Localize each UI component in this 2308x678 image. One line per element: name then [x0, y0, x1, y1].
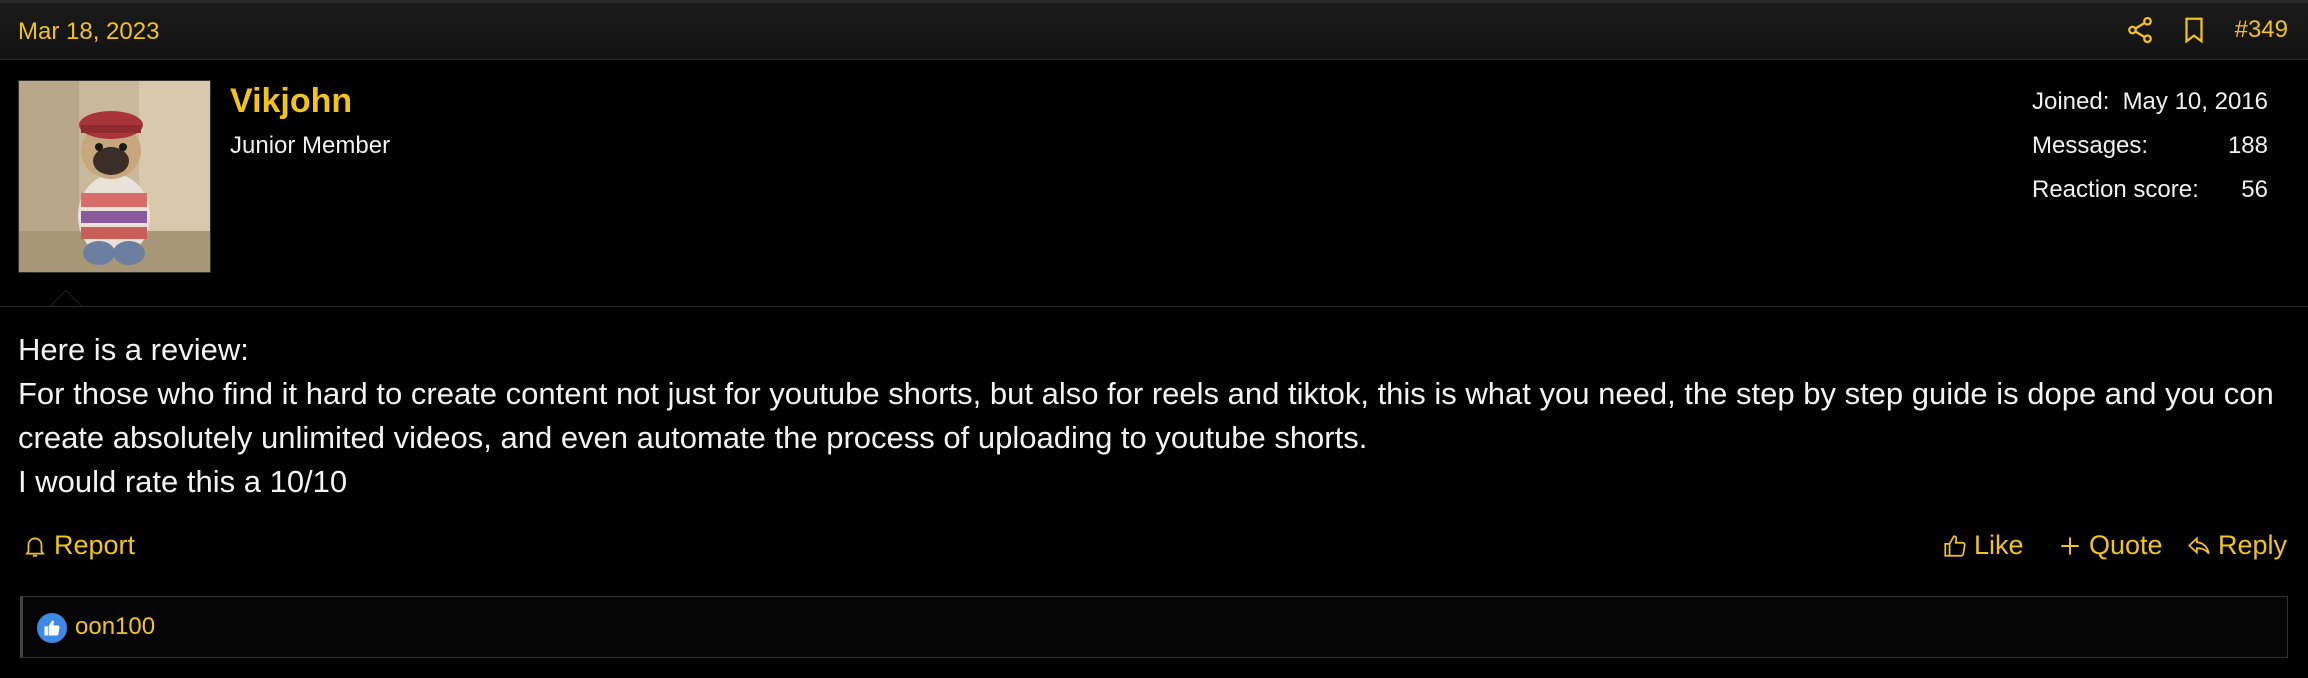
username-link[interactable]: Vikjohn [230, 82, 352, 121]
bell-icon [25, 537, 45, 557]
share-icon[interactable] [2125, 15, 2155, 45]
quote-button[interactable]: Quote [2057, 530, 2163, 561]
user-arrow [50, 290, 82, 306]
report-button[interactable]: Report [22, 530, 135, 561]
user-title: Junior Member [230, 132, 391, 159]
stat-joined: Joined: May 10, 2016 [2032, 88, 2268, 132]
message-line: For those who find it hard to create con… [18, 376, 2274, 455]
stat-label: Messages: [2032, 132, 2149, 159]
message-body: Here is a review: For those who find it … [18, 328, 2293, 504]
bookmark-icon[interactable] [2179, 15, 2209, 45]
like-label: Like [1974, 530, 2024, 560]
stat-label: Reaction score: [2032, 176, 2199, 203]
reply-arrow-icon [2187, 535, 2210, 554]
avatar[interactable] [18, 80, 211, 273]
quote-label: Quote [2089, 530, 2163, 560]
post-date[interactable]: Mar 18, 2023 [18, 18, 159, 46]
thumbs-up-icon [1944, 534, 1966, 557]
stat-value: 56 [2241, 176, 2268, 203]
message-line: I would rate this a 10/10 [18, 464, 348, 499]
forum-post: Mar 18, 2023 #349 Vikjohn Junior Member … [0, 0, 2308, 678]
divider [0, 306, 2308, 307]
report-label: Report [54, 530, 136, 560]
post-actions: Report Like Quote Reply [0, 530, 2308, 574]
stat-value[interactable]: 188 [2228, 132, 2268, 176]
stat-messages: Messages: 188 [2032, 132, 2268, 176]
stat-value: May 10, 2016 [2122, 88, 2268, 115]
like-reaction-icon[interactable] [37, 613, 67, 643]
like-button[interactable]: Like [1942, 530, 2024, 561]
reply-button[interactable]: Reply [2186, 530, 2287, 561]
post-header-actions: #349 [2101, 15, 2288, 45]
plus-icon [2061, 536, 2079, 555]
reactions-bar: oon100 [20, 596, 2288, 658]
post-header: Mar 18, 2023 #349 [0, 0, 2308, 60]
post-number-link[interactable]: #349 [2235, 16, 2288, 44]
reaction-user-link[interactable]: oon100 [75, 613, 155, 641]
message-line: Here is a review: [18, 332, 249, 367]
user-stats: Joined: May 10, 2016 Messages: 188 React… [2032, 88, 2268, 220]
stat-reaction-score: Reaction score: 56 [2032, 176, 2268, 220]
reply-label: Reply [2218, 530, 2288, 560]
stat-label: Joined: [2032, 88, 2110, 115]
